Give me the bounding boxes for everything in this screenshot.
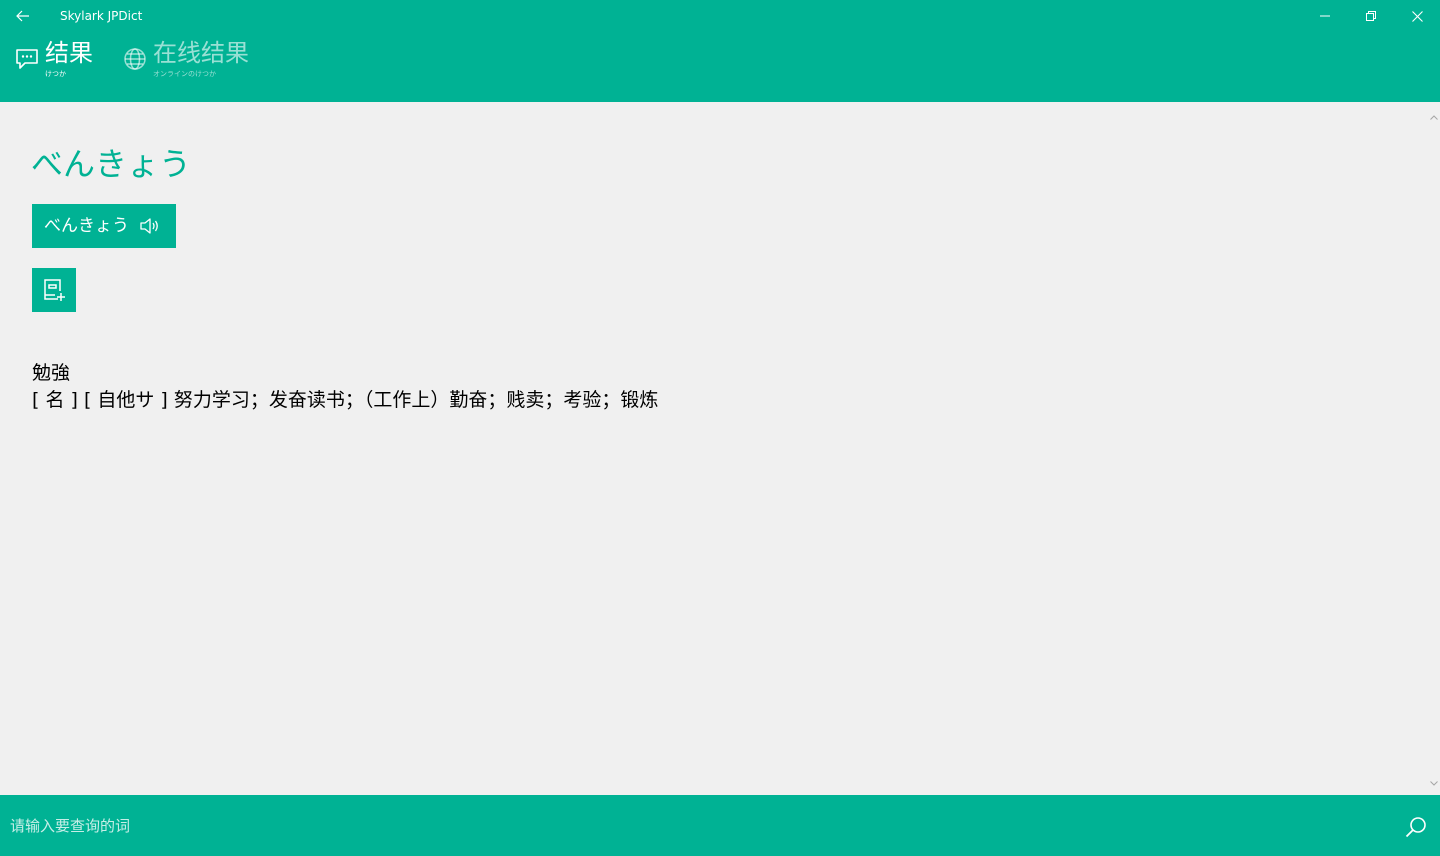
result-content: べんきょう べんきょう 勉強 [ 名 ] [自他サ] 努力学习；发奋读书；（… <box>0 102 1440 795</box>
reading-title: べんきょう <box>31 145 192 183</box>
add-to-notebook-button[interactable] <box>32 268 76 312</box>
search-button[interactable] <box>1396 807 1436 847</box>
minimize-icon <box>1320 15 1330 17</box>
globe-icon <box>124 48 146 70</box>
close-button[interactable] <box>1394 0 1440 32</box>
close-icon <box>1411 10 1423 22</box>
pronounce-button[interactable]: べんきょう <box>32 204 176 248</box>
back-button[interactable] <box>0 0 46 32</box>
chevron-down-icon <box>1430 780 1438 786</box>
add-to-notebook-icon <box>44 279 65 301</box>
search-icon <box>1405 817 1426 838</box>
chat-bubble-icon <box>16 49 38 69</box>
tab-online-results-sublabel: オンラインのけつか <box>153 70 216 78</box>
tab-online-results-label: 在线结果 <box>153 39 249 67</box>
header: Skylark JPDict 结果 けつか 在线结果 オンラインのけつか <box>0 0 1440 102</box>
speaker-icon <box>139 216 161 236</box>
pivot-tabs: 结果 けつか 在线结果 オンラインのけつか <box>0 36 400 86</box>
tab-results-sublabel: けつか <box>45 70 66 78</box>
pronounce-label: べんきょう <box>44 216 129 236</box>
title-bar: Skylark JPDict <box>0 0 1440 32</box>
scroll-up-arrow[interactable] <box>1428 112 1440 122</box>
scroll-down-arrow[interactable] <box>1428 778 1440 788</box>
tab-results-label: 结果 <box>45 39 93 67</box>
search-bar <box>0 795 1440 856</box>
search-input[interactable] <box>0 795 1390 856</box>
minimize-button[interactable] <box>1302 0 1348 32</box>
restore-button[interactable] <box>1348 0 1394 32</box>
app-window: Skylark JPDict 结果 けつか 在线结果 オンラインのけつか べんき… <box>0 0 1440 856</box>
chevron-up-icon <box>1430 114 1438 120</box>
app-title: Skylark JPDict <box>60 9 143 23</box>
kanji-headword: 勉強 <box>32 362 71 384</box>
restore-icon <box>1366 11 1376 21</box>
definition-text: [ 名 ] [ 自他サ ] 努力学习；发奋读书；（工作上）勤奋；贱卖；考验；锻炼 <box>32 389 659 411</box>
arrow-left-icon <box>16 10 29 22</box>
